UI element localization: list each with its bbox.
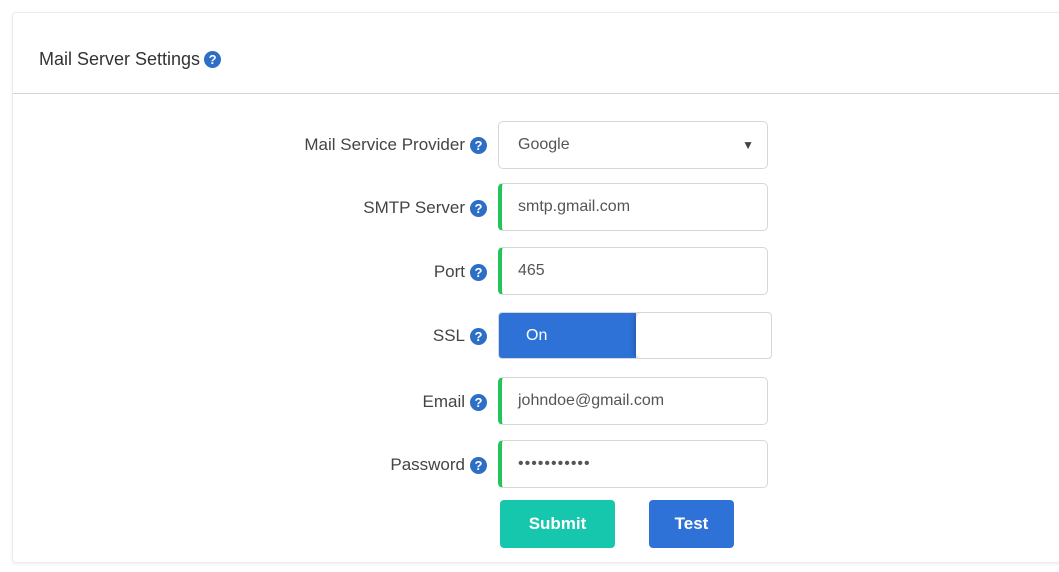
smtp-server-label-text: SMTP Server: [363, 198, 465, 217]
email-label: Email ?: [422, 377, 487, 427]
provider-label: Mail Service Provider ?: [304, 120, 487, 170]
panel-header: Mail Server Settings ?: [13, 13, 1059, 94]
form-row-email: Email ? johndoe@gmail.com: [13, 377, 1059, 427]
form-row-port: Port ? 465: [13, 247, 1059, 297]
form-row-smtp-server: SMTP Server ? smtp.gmail.com: [13, 183, 1059, 233]
help-icon[interactable]: ?: [470, 136, 487, 154]
email-field[interactable]: johndoe@gmail.com: [498, 377, 768, 425]
port-label-text: Port: [433, 262, 465, 281]
chevron-down-icon: ▼: [742, 138, 754, 152]
page-title: Mail Server Settings ?: [39, 49, 222, 70]
form-row-provider: Mail Service Provider ? Google ▼: [13, 120, 1059, 170]
ssl-toggle[interactable]: On: [498, 312, 772, 359]
password-value: •••••••••••: [518, 455, 591, 472]
password-label: Password ?: [390, 440, 487, 490]
ssl-toggle-on-state: On: [499, 313, 636, 358]
email-label-text: Email: [422, 392, 465, 411]
help-icon[interactable]: ?: [470, 199, 487, 217]
smtp-server-input[interactable]: smtp.gmail.com: [498, 183, 768, 231]
smtp-server-value: smtp.gmail.com: [518, 198, 631, 215]
help-icon[interactable]: ?: [470, 327, 487, 345]
provider-selected-value: Google: [518, 136, 570, 153]
password-field[interactable]: •••••••••••: [498, 440, 768, 488]
port-input[interactable]: 465: [498, 247, 768, 295]
smtp-server-label: SMTP Server ?: [363, 183, 487, 233]
ssl-label-text: SSL: [432, 326, 465, 345]
password-label-text: Password: [390, 455, 465, 474]
submit-button[interactable]: Submit: [500, 500, 615, 548]
test-button[interactable]: Test: [649, 500, 734, 548]
port-label: Port ?: [434, 247, 487, 297]
page-title-text: Mail Server Settings: [39, 49, 201, 69]
ssl-toggle-label: On: [526, 326, 548, 344]
mail-service-provider-select[interactable]: Google ▼: [498, 121, 768, 169]
help-icon[interactable]: ?: [470, 456, 487, 474]
ssl-label: SSL ?: [433, 311, 487, 361]
ssl-toggle-handle[interactable]: [636, 313, 771, 358]
port-value: 465: [518, 262, 545, 279]
help-icon[interactable]: ?: [204, 51, 222, 68]
form-row-ssl: SSL ? On: [13, 311, 1059, 361]
provider-label-text: Mail Service Provider: [304, 135, 465, 154]
email-value: johndoe@gmail.com: [518, 392, 665, 409]
form-row-password: Password ? •••••••••••: [13, 440, 1059, 490]
help-icon[interactable]: ?: [470, 393, 487, 411]
help-icon[interactable]: ?: [470, 263, 487, 281]
mail-server-settings-panel: Mail Server Settings ? Mail Service Prov…: [12, 12, 1059, 563]
